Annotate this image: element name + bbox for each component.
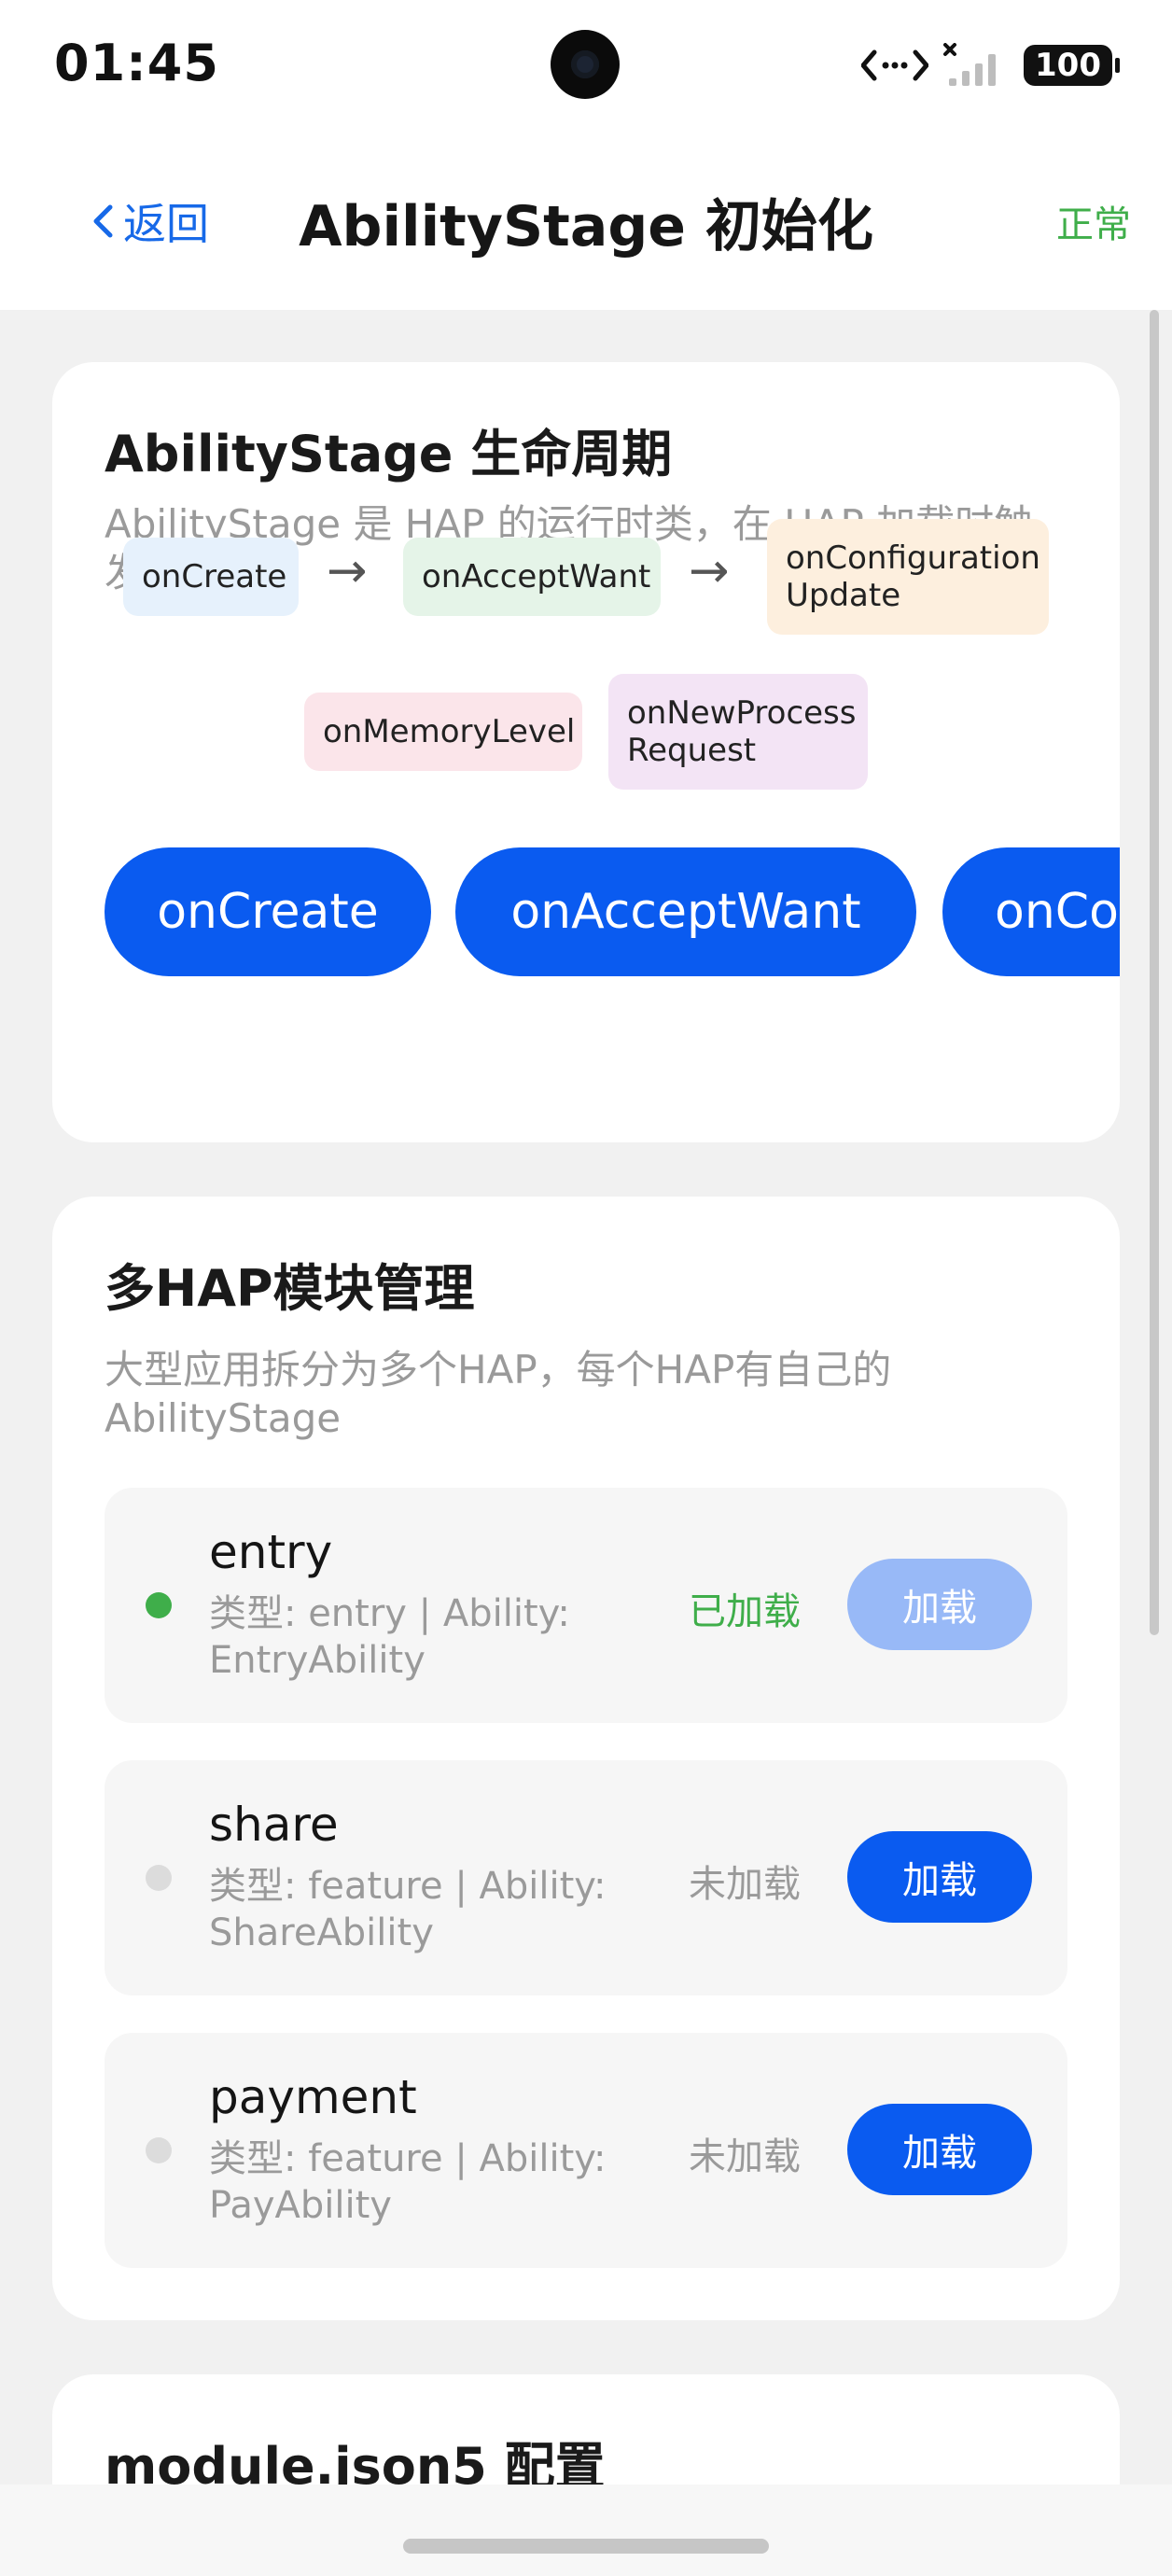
module-state: 未加载 bbox=[689, 2135, 801, 2178]
module-state: 已加载 bbox=[689, 1590, 801, 1633]
hap-card: 多HAP模块管理 大型应用拆分为多个HAP，每个HAP有自己的AbilitySt… bbox=[52, 1197, 1120, 2320]
nav-bar: 返回 AbilityStage 初始化 正常 bbox=[0, 131, 1172, 310]
lifecycle-card-title: AbilityStage 生命周期 bbox=[105, 425, 673, 483]
front-camera bbox=[551, 30, 620, 99]
flow-arrow: → bbox=[327, 543, 368, 599]
data-transfer-icon bbox=[861, 49, 929, 81]
load-button[interactable]: 加载 bbox=[847, 1559, 1032, 1650]
flow-step-onnewprocessrequest: onNewProcess Request bbox=[608, 674, 868, 790]
page-title: AbilityStage 初始化 bbox=[299, 194, 873, 259]
flow-arrow: → bbox=[689, 543, 730, 599]
status-dot bbox=[146, 2137, 172, 2163]
hap-card-description: 大型应用拆分为多个HAP，每个HAP有自己的AbilityStage bbox=[105, 1347, 892, 1441]
system-nav-bar bbox=[0, 2485, 1172, 2576]
module-row-payment: payment 类型: feature | Ability: PayAbilit… bbox=[105, 2033, 1067, 2268]
status-dot bbox=[146, 1592, 172, 1618]
module-name: share bbox=[209, 1798, 339, 1852]
module-detail: 类型: feature | Ability: ShareAbility bbox=[209, 1865, 607, 1954]
onconfigurationupdate-button[interactable]: onConfigurationUpdate bbox=[942, 847, 1120, 976]
config-card: module.json5 配置 bbox=[52, 2374, 1120, 2485]
content-scroll: AbilityStage 生命周期 AbilityStage 是 HAP 的运行… bbox=[0, 310, 1172, 2485]
onacceptwant-button[interactable]: onAcceptWant bbox=[455, 847, 916, 976]
module-name: entry bbox=[209, 1525, 333, 1579]
status-dot bbox=[146, 1865, 172, 1891]
lifecycle-card: AbilityStage 生命周期 AbilityStage 是 HAP 的运行… bbox=[52, 362, 1120, 1142]
status-badge: 正常 bbox=[1056, 203, 1131, 246]
status-icons: 100 bbox=[861, 41, 1120, 90]
module-detail: 类型: feature | Ability: PayAbility bbox=[209, 2137, 607, 2227]
module-state: 未加载 bbox=[689, 1863, 801, 1906]
status-time: 01:45 bbox=[54, 34, 219, 92]
status-bar: 01:45 100 bbox=[0, 0, 1172, 131]
flow-step-onacceptwant: onAcceptWant bbox=[403, 538, 661, 616]
app-screen: 01:45 100 返回 AbilityStage 初始化 正常 Ability… bbox=[0, 0, 1172, 2576]
home-indicator[interactable] bbox=[403, 2539, 769, 2554]
module-name: payment bbox=[209, 2070, 417, 2124]
signal-icon bbox=[943, 43, 997, 86]
flow-step-onconfigurationupdate: onConfiguration Update bbox=[767, 519, 1049, 635]
load-button[interactable]: 加载 bbox=[847, 1831, 1032, 1923]
module-detail: 类型: entry | Ability: EntryAbility bbox=[209, 1592, 570, 1682]
module-row-share: share 类型: feature | Ability: ShareAbilit… bbox=[105, 1760, 1067, 1995]
hap-card-title: 多HAP模块管理 bbox=[105, 1259, 475, 1318]
config-card-title: module.json5 配置 bbox=[105, 2437, 606, 2485]
flow-step-onmemorylevel: onMemoryLevel bbox=[304, 693, 582, 771]
load-button[interactable]: 加载 bbox=[847, 2104, 1032, 2195]
flow-step-oncreate: onCreate bbox=[123, 538, 299, 616]
oncreate-button[interactable]: onCreate bbox=[105, 847, 431, 976]
module-row-entry: entry 类型: entry | Ability: EntryAbility … bbox=[105, 1488, 1067, 1723]
battery-icon: 100 bbox=[1024, 45, 1120, 86]
